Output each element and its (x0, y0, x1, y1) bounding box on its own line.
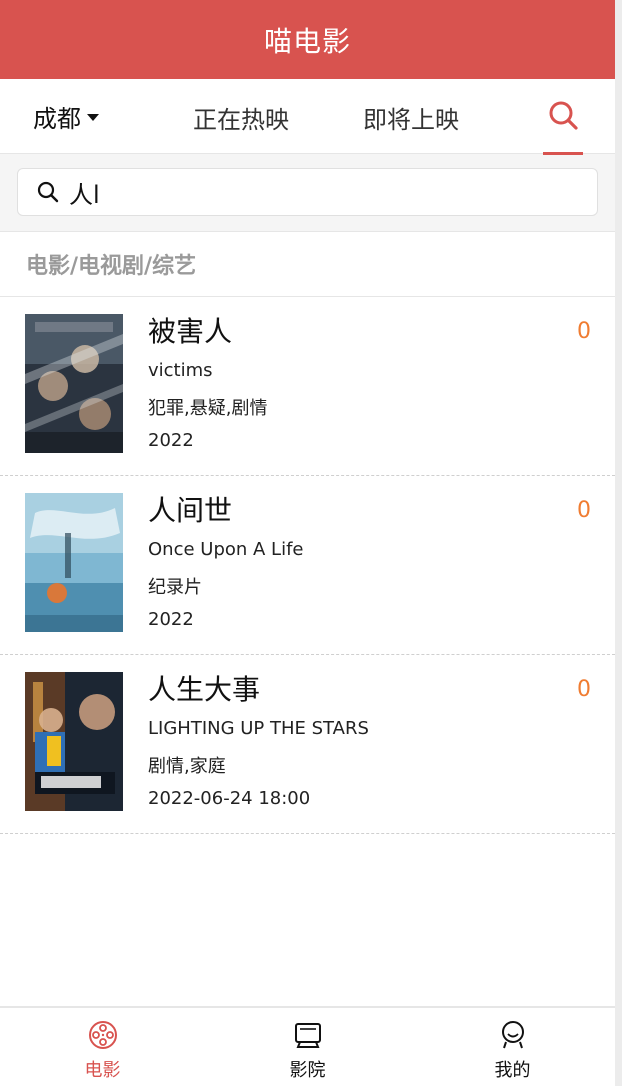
film-reel-icon (88, 1018, 118, 1052)
tab-search[interactable] (543, 79, 583, 155)
movie-english-title: LIGHTING UP THE STARS (148, 718, 369, 739)
movie-genres: 剧情,家庭 (148, 756, 226, 777)
tab-movies-label: 电影 (84, 1060, 121, 1081)
city-selector[interactable]: 成都 (0, 99, 104, 134)
tab-profile-label: 我的 (494, 1060, 531, 1081)
movie-title: 人生大事 (148, 673, 261, 706)
movie-english-title: victims (148, 360, 213, 381)
app-title: 喵电影 (263, 24, 351, 58)
movie-info: 人间世 Once Upon A Life 纪录片 2022 (148, 493, 304, 630)
movie-item[interactable]: 被害人 victims 犯罪,悬疑,剧情 2022 0 (0, 297, 615, 476)
tab-coming-soon[interactable]: 即将上映 (363, 100, 459, 135)
caret-down-icon (87, 113, 99, 121)
movie-score: 0 (577, 319, 591, 344)
tab-cinemas-label: 影院 (289, 1060, 326, 1081)
search-icon (549, 101, 578, 130)
movie-item[interactable]: 人生大事 LIGHTING UP THE STARS 剧情,家庭 2022-06… (0, 655, 615, 834)
top-nav: 成都 正在热映 即将上映 (0, 79, 615, 155)
movie-release-date: 2022 (148, 609, 194, 630)
app-header: 喵电影 (0, 0, 615, 79)
search-bar-area (0, 154, 615, 232)
movie-info: 人生大事 LIGHTING UP THE STARS 剧情,家庭 2022-06… (148, 672, 369, 809)
search-icon (37, 181, 59, 203)
movie-score: 0 (577, 677, 591, 702)
result-section-title: 电影/电视剧/综艺 (0, 232, 615, 297)
movie-english-title: Once Upon A Life (148, 539, 304, 560)
search-box[interactable] (17, 168, 598, 216)
movie-poster (25, 672, 123, 811)
movie-release-date: 2022 (148, 430, 194, 451)
movie-info: 被害人 victims 犯罪,悬疑,剧情 2022 (148, 314, 267, 451)
movie-release-date: 2022-06-24 18:00 (148, 788, 311, 809)
cinema-screen-icon (293, 1018, 323, 1052)
user-icon (498, 1018, 528, 1052)
tab-now-showing[interactable]: 正在热映 (193, 100, 289, 135)
tab-profile[interactable]: 我的 (410, 1008, 615, 1086)
movie-title: 人间世 (148, 494, 233, 527)
movie-poster (25, 493, 123, 632)
search-input[interactable] (69, 178, 549, 206)
active-tab-indicator (543, 152, 583, 155)
movie-genres: 纪录片 (148, 577, 202, 598)
tab-movies[interactable]: 电影 (0, 1008, 205, 1086)
movie-poster (25, 314, 123, 453)
movie-genres: 犯罪,悬疑,剧情 (148, 398, 268, 419)
movie-title: 被害人 (148, 315, 233, 348)
city-name: 成都 (33, 104, 81, 133)
movie-score: 0 (577, 498, 591, 523)
app: 喵电影 成都 正在热映 即将上映 电影/电视剧/综艺 (0, 0, 615, 1086)
bottom-tab-bar: 电影 影院 我的 (0, 1006, 615, 1086)
movie-item[interactable]: 人间世 Once Upon A Life 纪录片 2022 0 (0, 476, 615, 655)
tab-cinemas[interactable]: 影院 (205, 1008, 410, 1086)
movie-list: 被害人 victims 犯罪,悬疑,剧情 2022 0 人间世 Once Upo… (0, 297, 615, 834)
scrollbar-gutter (615, 0, 622, 1086)
